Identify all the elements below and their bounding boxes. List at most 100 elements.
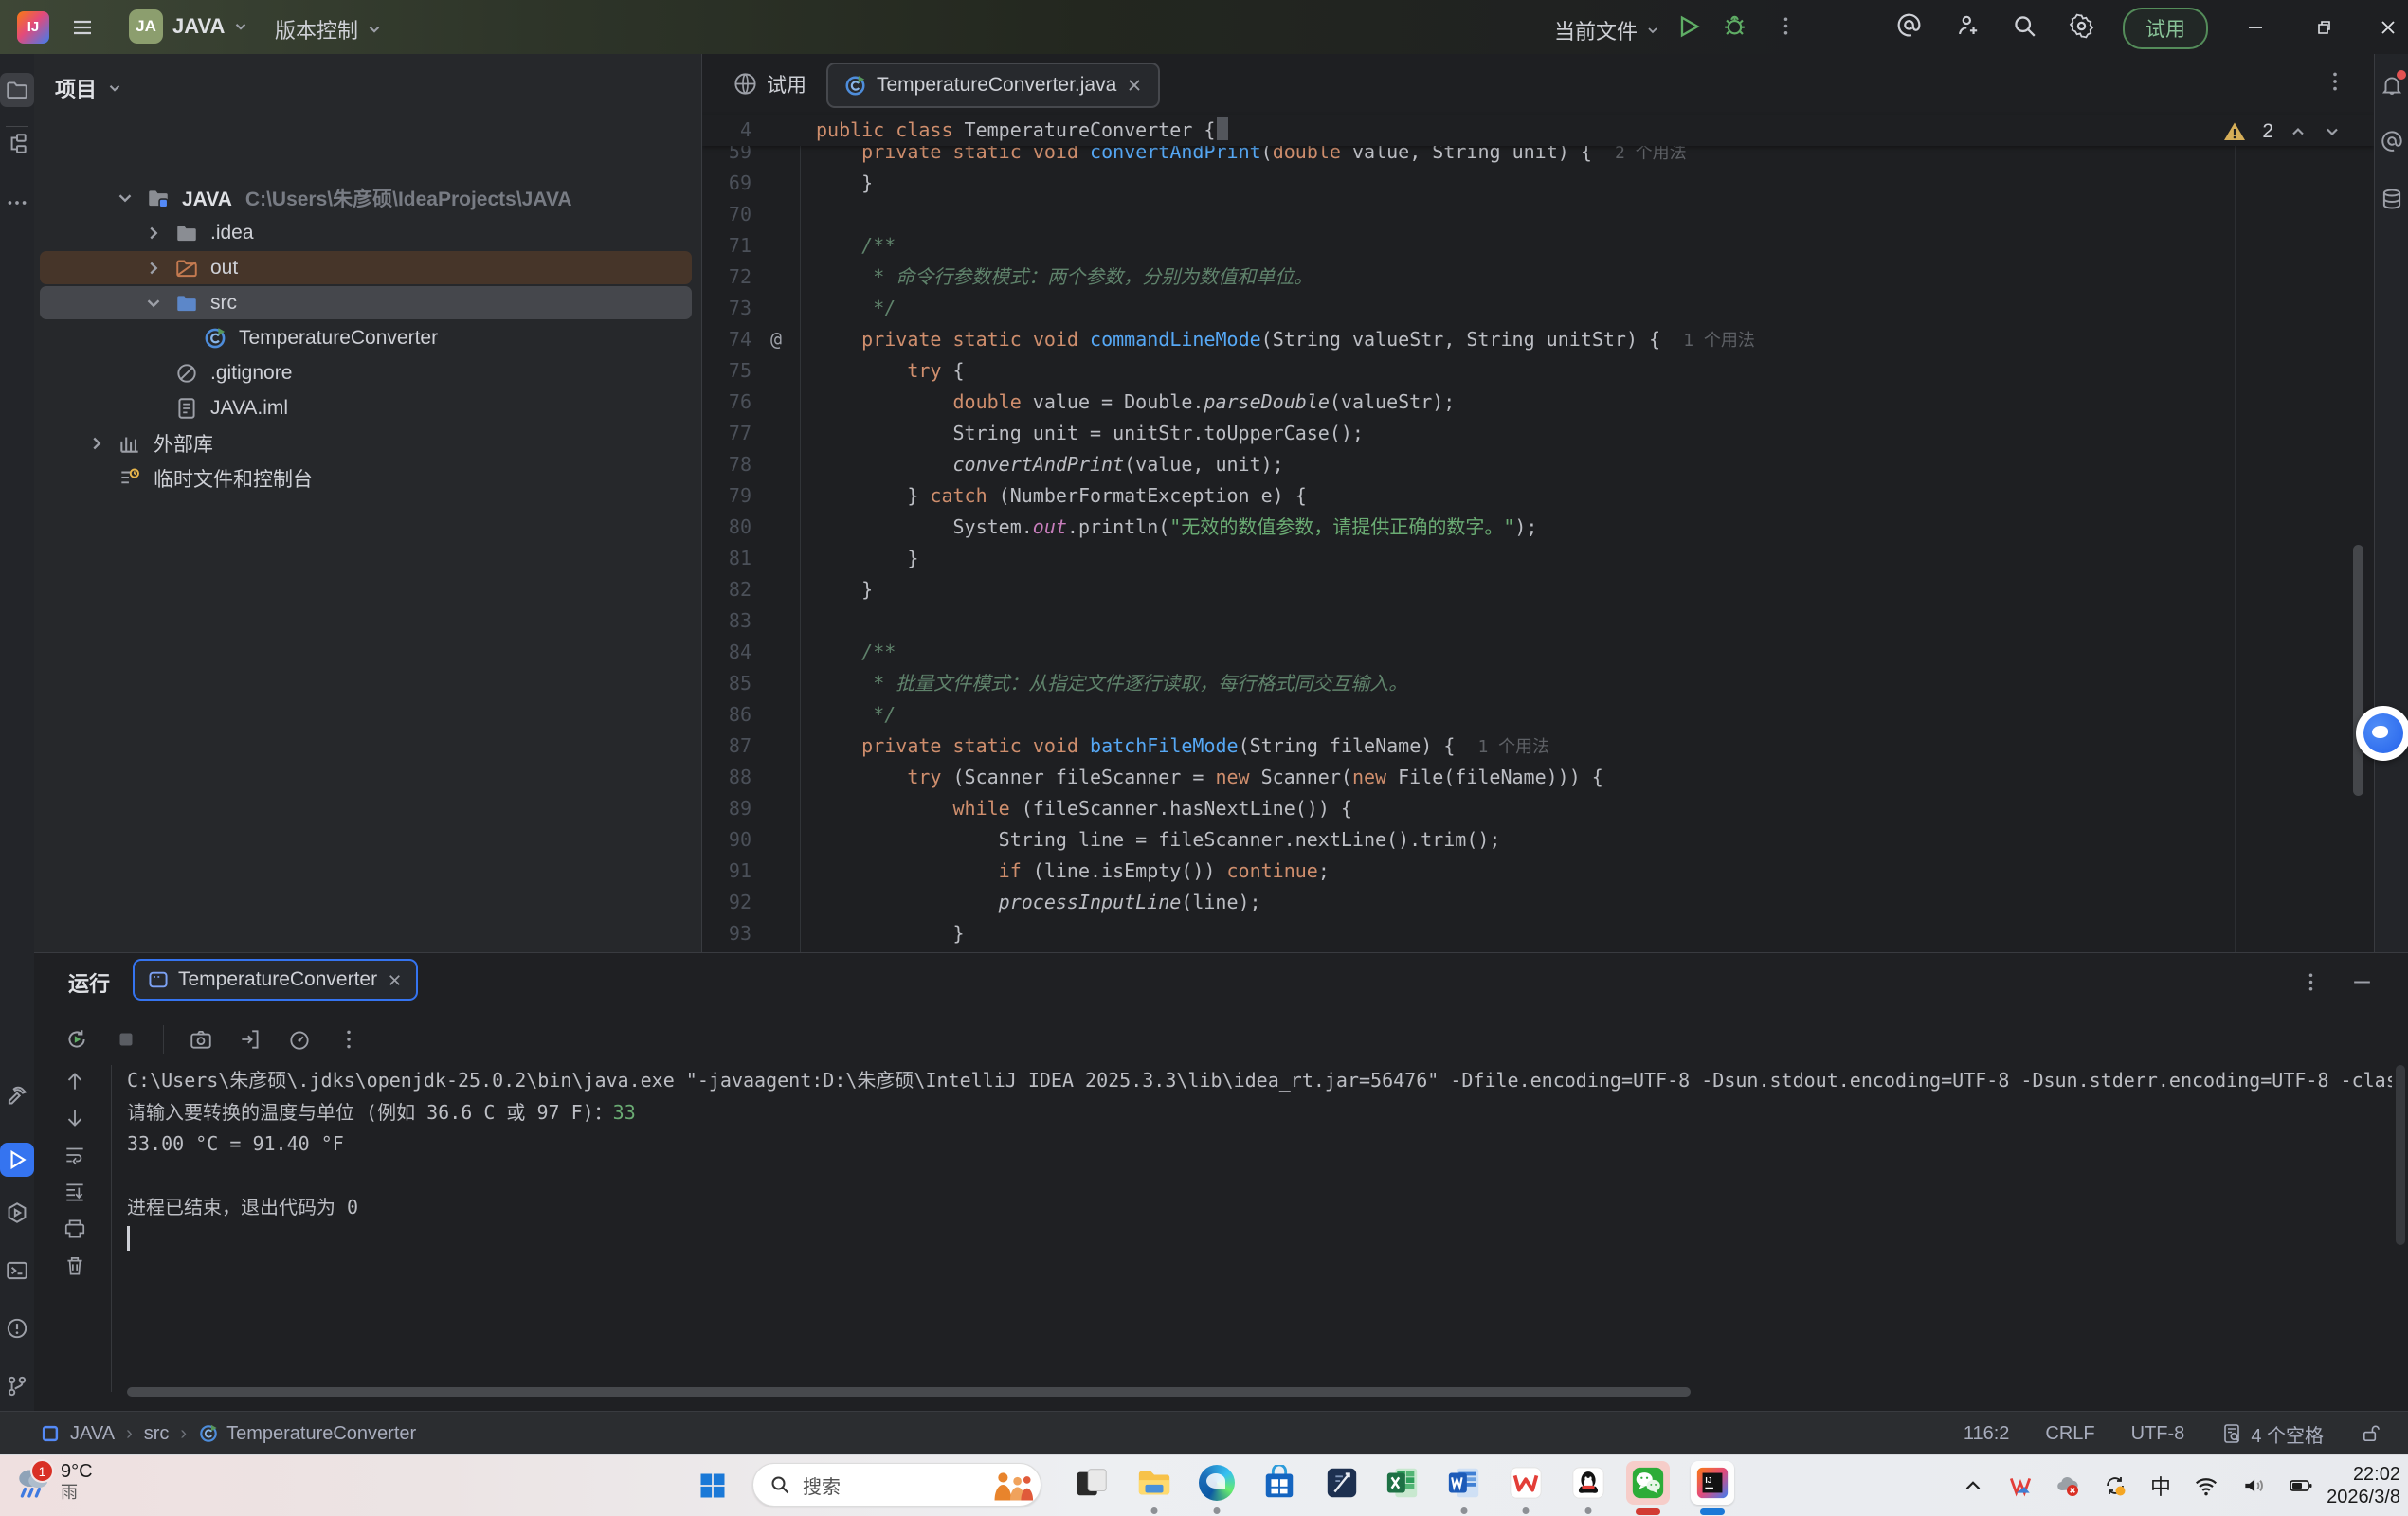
- clear-console-icon[interactable]: [63, 1254, 87, 1278]
- code-line[interactable]: 75 try {: [702, 355, 2374, 387]
- taskbar-clock[interactable]: 22:02 2026/3/8: [2327, 1463, 2400, 1508]
- taskbar-app-edge[interactable]: [1195, 1461, 1239, 1505]
- code-line[interactable]: 79 } catch (NumberFormatException e) {: [702, 480, 2374, 512]
- run-button[interactable]: [1675, 13, 1702, 40]
- ai-tool-icon[interactable]: [2380, 130, 2404, 154]
- chevron-down-icon[interactable]: [143, 293, 164, 314]
- project-avatar[interactable]: JA: [129, 9, 163, 44]
- breadcrumb-module[interactable]: JAVA: [70, 1423, 115, 1445]
- code-line[interactable]: 88 try (Scanner fileScanner = new Scanne…: [702, 762, 2374, 793]
- tree-item-TemperatureConverter[interactable]: TemperatureConverter: [34, 320, 701, 355]
- tray-volume-icon[interactable]: [2241, 1473, 2266, 1498]
- tree-item-外部库[interactable]: 外部库: [34, 425, 701, 460]
- run-config-selector[interactable]: 当前文件: [1554, 15, 1660, 45]
- code-line[interactable]: 87 private static void batchFileMode(Str…: [702, 731, 2374, 762]
- project-switcher[interactable]: JAVA: [172, 14, 249, 39]
- hide-panel-icon[interactable]: [2350, 970, 2374, 994]
- start-button[interactable]: [698, 1471, 727, 1500]
- trial-badge[interactable]: 试用: [2123, 8, 2208, 49]
- code-line[interactable]: 82 }: [702, 574, 2374, 605]
- breadcrumb-class[interactable]: TemperatureConverter: [226, 1423, 416, 1445]
- search-everywhere-icon[interactable]: [2011, 12, 2038, 40]
- run-tab[interactable]: TemperatureConverter: [133, 959, 418, 1001]
- tray-wifi-icon[interactable]: [2194, 1473, 2218, 1498]
- taskbar-app-explorer[interactable]: [1132, 1461, 1176, 1505]
- inspection-widget[interactable]: 2: [2222, 120, 2342, 143]
- hammer-tool-icon[interactable]: [5, 1085, 29, 1110]
- code-line[interactable]: 91 if (line.isEmpty()) continue;: [702, 856, 2374, 887]
- vcs-widget[interactable]: 版本控制: [275, 14, 383, 45]
- window-restore-button[interactable]: [2312, 16, 2335, 39]
- debug-button[interactable]: [1721, 12, 1748, 40]
- code-line[interactable]: 84 /**: [702, 637, 2374, 668]
- caret-position[interactable]: 116:2: [1964, 1423, 2010, 1445]
- services-tool-icon[interactable]: [5, 1200, 29, 1225]
- attach-process-icon[interactable]: [238, 1027, 263, 1052]
- code-line[interactable]: 78 convertAndPrint(value, unit);: [702, 449, 2374, 480]
- prev-problem-icon[interactable]: [2289, 122, 2308, 141]
- next-problem-icon[interactable]: [2323, 122, 2342, 141]
- ai-assistant-icon[interactable]: [1895, 12, 1923, 40]
- tree-item-.idea[interactable]: .idea: [34, 215, 701, 250]
- chevron-right-icon[interactable]: [143, 223, 164, 244]
- code-line[interactable]: 83: [702, 605, 2374, 637]
- chevron-right-icon[interactable]: [86, 433, 107, 454]
- run-console[interactable]: C:\Users\朱彦硕\.jdks\openjdk-25.0.2\bin\ja…: [127, 1065, 2392, 1387]
- code-line[interactable]: 93 }: [702, 918, 2374, 949]
- tab-options-icon[interactable]: [2323, 69, 2347, 94]
- tray-cloud-error-icon[interactable]: [2055, 1473, 2080, 1498]
- taskbar-app-task-view[interactable]: [1070, 1461, 1113, 1505]
- up-stack-icon[interactable]: [63, 1069, 87, 1093]
- taskbar-app-store[interactable]: [1258, 1461, 1301, 1505]
- chevron-down-icon[interactable]: [115, 188, 136, 208]
- line-ending[interactable]: CRLF: [2045, 1423, 2094, 1445]
- print-icon[interactable]: [63, 1217, 87, 1241]
- tray-chevron-up-icon[interactable]: [1961, 1473, 1985, 1498]
- breadcrumb-src[interactable]: src: [144, 1423, 170, 1445]
- floating-assistant-button[interactable]: [2356, 706, 2408, 761]
- unlock-icon[interactable]: [2360, 1423, 2381, 1445]
- globe-icon[interactable]: [733, 71, 758, 97]
- profiler-icon[interactable]: [287, 1027, 312, 1052]
- tree-item-src[interactable]: src: [34, 285, 701, 320]
- taskbar-search[interactable]: 搜索: [752, 1463, 1041, 1507]
- run-tool-icon[interactable]: [0, 1143, 34, 1177]
- taskbar-app-word[interactable]: [1442, 1461, 1486, 1505]
- code-line[interactable]: 72 * 命令行参数模式：两个参数，分别为数值和单位。: [702, 262, 2374, 293]
- soft-wrap-icon[interactable]: [63, 1143, 87, 1167]
- rerun-icon[interactable]: [64, 1027, 89, 1052]
- bell-tool-icon[interactable]: [2380, 73, 2404, 98]
- tree-item-临时文件和控制台[interactable]: 临时文件和控制台: [34, 460, 701, 496]
- more-tool-icon[interactable]: [5, 190, 29, 215]
- code-line[interactable]: 69 }: [702, 168, 2374, 199]
- code-line[interactable]: 92 processInputLine(line);: [702, 887, 2374, 918]
- file-encoding[interactable]: UTF-8: [2131, 1423, 2185, 1445]
- more-icon[interactable]: [336, 1027, 361, 1052]
- project-panel-header[interactable]: 项目: [55, 73, 123, 103]
- code-line[interactable]: 70: [702, 199, 2374, 230]
- tray-sync-icon[interactable]: [2103, 1473, 2127, 1498]
- taskbar-app-qq[interactable]: [1566, 1461, 1610, 1505]
- tray-battery-icon[interactable]: [2289, 1473, 2313, 1498]
- main-menu-icon[interactable]: [71, 16, 94, 39]
- problems-tool-icon[interactable]: [5, 1316, 29, 1341]
- structure-tool-icon[interactable]: [5, 132, 29, 156]
- console-hscrollbar[interactable]: [127, 1387, 1691, 1397]
- chevron-right-icon[interactable]: [143, 258, 164, 279]
- indent-widget[interactable]: 4 个空格: [2220, 1420, 2324, 1448]
- code-line[interactable]: 4 public class TemperatureConverter {: [702, 115, 2374, 146]
- code-line[interactable]: 89 while (fileScanner.hasNextLine()) {: [702, 793, 2374, 824]
- console-vscrollbar[interactable]: [2396, 1065, 2405, 1245]
- code-line[interactable]: 71 /**: [702, 230, 2374, 262]
- tray-wps-tray-icon[interactable]: [2008, 1473, 2033, 1498]
- code-line[interactable]: 90 String line = fileScanner.nextLine().…: [702, 824, 2374, 856]
- tree-item-out[interactable]: out: [34, 250, 701, 285]
- tray-ime[interactable]: 中: [2150, 1471, 2171, 1501]
- down-stack-icon[interactable]: [63, 1106, 87, 1130]
- code-line[interactable]: 76 double value = Double.parseDouble(val…: [702, 387, 2374, 418]
- code-line[interactable]: 86 */: [702, 699, 2374, 731]
- code-line[interactable]: 74 @ private static void commandLineMode…: [702, 324, 2374, 355]
- taskbar-app-wps[interactable]: [1504, 1461, 1548, 1505]
- run-panel-title[interactable]: 运行: [68, 967, 110, 998]
- taskbar-app-navy-app[interactable]: [1320, 1461, 1364, 1505]
